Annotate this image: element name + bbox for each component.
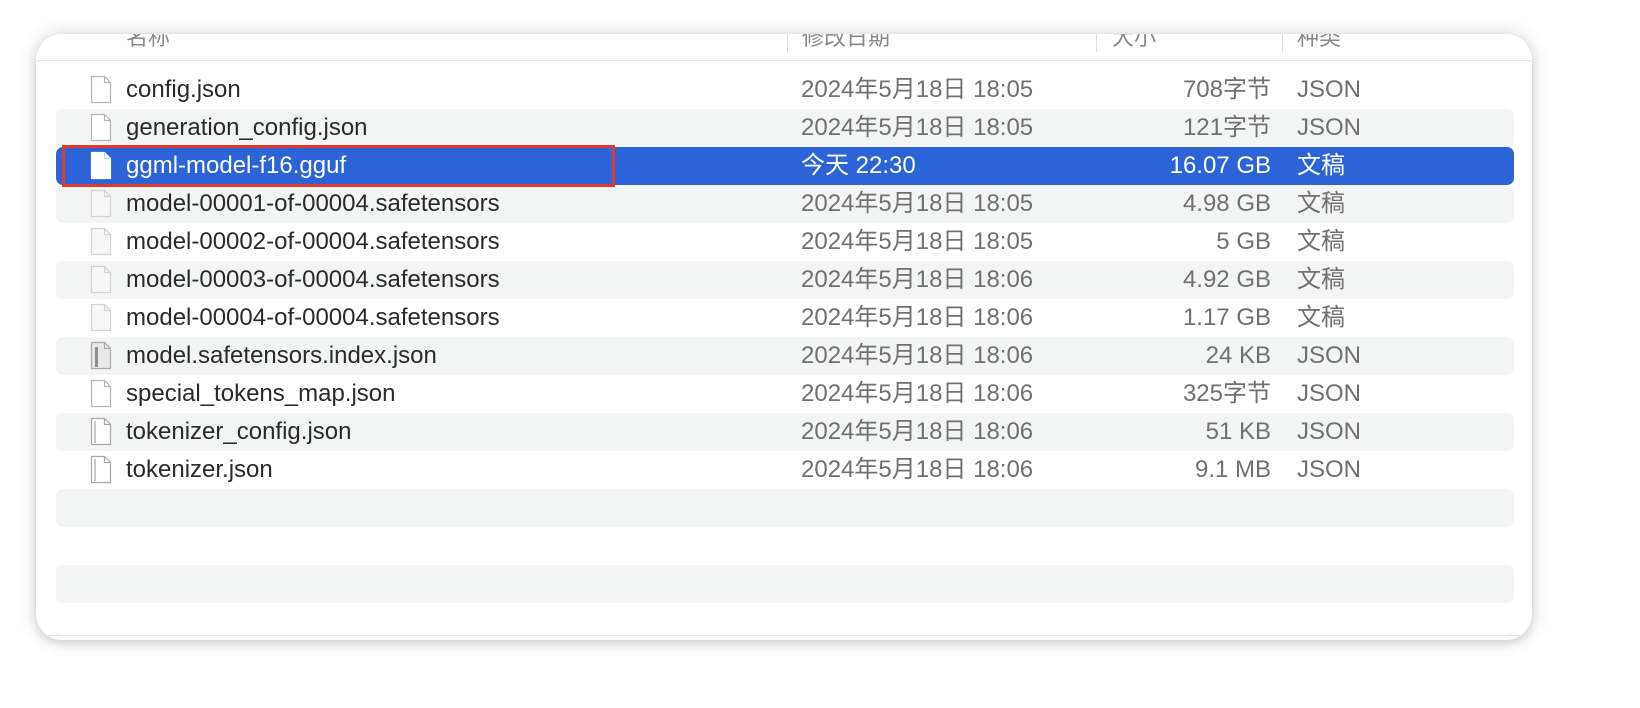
file-name: special_tokens_map.json [126,380,396,407]
file-date: 2024年5月18日 18:06 [801,304,1034,331]
document-icon [90,455,112,484]
file-size: 1.17 GB [1182,304,1271,331]
empty-row [56,489,1514,527]
file-kind: JSON [1297,418,1362,445]
file-name: generation_config.json [126,114,368,141]
file-date: 今天 22:30 [801,152,916,179]
document-icon [90,417,112,446]
file-name: model.safetensors.index.json [126,342,437,369]
file-date: 2024年5月18日 18:05 [801,114,1034,141]
file-date: 2024年5月18日 18:05 [801,76,1034,103]
file-row[interactable]: model-00003-of-00004.safetensors 2024年5月… [56,261,1514,299]
file-name: model-00001-of-00004.safetensors [126,190,500,217]
column-header-kind[interactable]: 种类 [1297,34,1341,58]
file-date: 2024年5月18日 18:06 [801,380,1034,407]
file-list: config.json 2024年5月18日 18:05 708字节 JSON … [56,71,1514,603]
file-kind: JSON [1297,76,1362,103]
file-size: 4.92 GB [1182,266,1271,293]
column-divider[interactable] [1282,34,1283,52]
file-row-selected[interactable]: ggml-model-f16.gguf 今天 22:30 16.07 GB 文稿 [56,147,1514,185]
file-kind: JSON [1297,114,1362,141]
chevron-up-icon[interactable] [752,34,768,38]
file-kind: 文稿 [1297,266,1345,293]
file-kind: 文稿 [1297,228,1345,255]
document-icon [90,151,112,180]
file-kind: 文稿 [1297,190,1345,217]
file-size: 24 KB [1205,342,1271,369]
file-row[interactable]: model-00001-of-00004.safetensors 2024年5月… [56,185,1514,223]
empty-row [56,527,1514,565]
file-date: 2024年5月18日 18:06 [801,342,1034,369]
file-size: 16.07 GB [1169,152,1271,179]
file-row[interactable]: generation_config.json 2024年5月18日 18:05 … [56,109,1514,147]
document-icon [90,265,112,294]
file-date: 2024年5月18日 18:06 [801,266,1034,293]
column-header-name[interactable]: 名称 [126,34,170,58]
document-icon [90,379,112,408]
document-icon [90,75,112,104]
column-header: 名称 修改日期 大小 种类 [36,34,1532,61]
file-kind: 文稿 [1297,152,1345,179]
file-size: 51 KB [1205,418,1271,445]
file-kind: JSON [1297,342,1362,369]
document-icon [90,341,112,370]
file-date: 2024年5月18日 18:05 [801,190,1034,217]
file-date: 2024年5月18日 18:06 [801,456,1034,483]
window-bottom-divider [36,635,1532,636]
file-kind: JSON [1297,456,1362,483]
file-kind: JSON [1297,380,1362,407]
file-date: 2024年5月18日 18:05 [801,228,1034,255]
column-header-date[interactable]: 修改日期 [802,34,890,58]
document-icon [90,303,112,332]
file-row[interactable]: tokenizer.json 2024年5月18日 18:06 9.1 MB J… [56,451,1514,489]
file-size: 5 GB [1216,228,1271,255]
file-name: model-00002-of-00004.safetensors [126,228,500,255]
file-row[interactable]: model-00002-of-00004.safetensors 2024年5月… [56,223,1514,261]
file-name: ggml-model-f16.gguf [126,152,347,179]
file-name: model-00004-of-00004.safetensors [126,304,500,331]
file-size: 4.98 GB [1182,190,1271,217]
document-icon [90,189,112,218]
file-kind: 文稿 [1297,304,1345,331]
file-name: tokenizer.json [126,456,273,483]
empty-row [56,565,1514,603]
file-row[interactable]: tokenizer_config.json 2024年5月18日 18:06 5… [56,413,1514,451]
finder-window: 名称 修改日期 大小 种类 config.json 2024年5月18日 18:… [36,34,1532,640]
file-size: 708字节 [1182,76,1271,103]
file-name: model-00003-of-00004.safetensors [126,266,500,293]
file-row[interactable]: config.json 2024年5月18日 18:05 708字节 JSON [56,71,1514,109]
file-row[interactable]: special_tokens_map.json 2024年5月18日 18:06… [56,375,1514,413]
column-divider[interactable] [787,34,788,52]
file-row[interactable]: model.safetensors.index.json 2024年5月18日 … [56,337,1514,375]
column-header-size[interactable]: 大小 [1112,34,1156,58]
file-size: 121字节 [1182,114,1271,141]
file-row[interactable]: model-00004-of-00004.safetensors 2024年5月… [56,299,1514,337]
file-size: 9.1 MB [1194,456,1271,483]
file-name: config.json [126,76,241,103]
document-icon [90,113,112,142]
file-date: 2024年5月18日 18:06 [801,418,1034,445]
column-divider[interactable] [1096,34,1097,52]
file-name: tokenizer_config.json [126,418,352,445]
document-icon [90,227,112,256]
file-size: 325字节 [1182,380,1271,407]
